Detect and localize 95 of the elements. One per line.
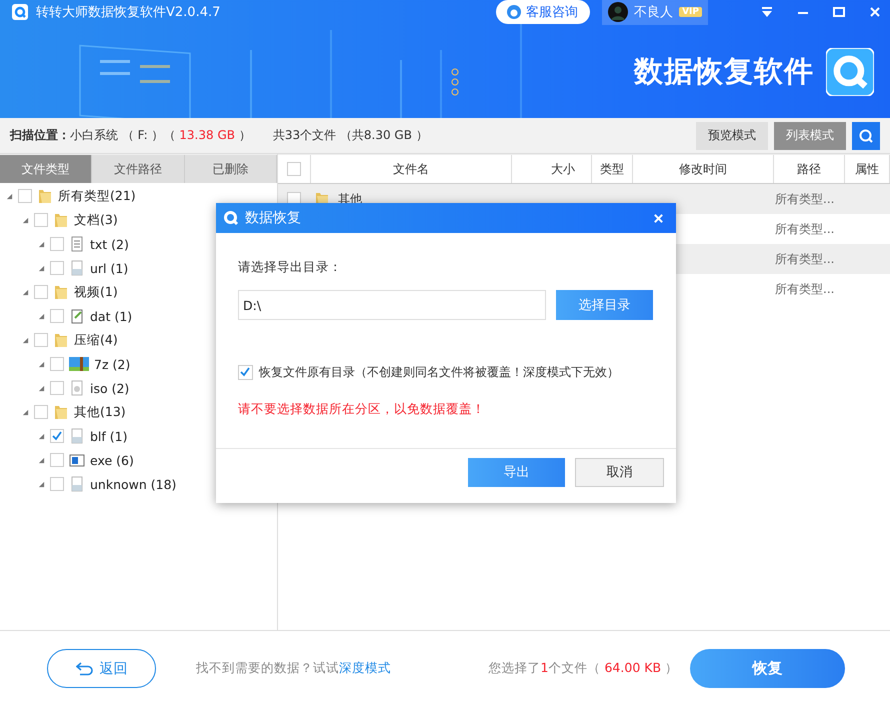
dropdown-icon[interactable] [760, 5, 774, 19]
column-header[interactable]: 路径 [774, 155, 845, 183]
expand-arrow-icon[interactable] [22, 408, 29, 416]
file-icon [69, 476, 85, 492]
checkbox[interactable] [50, 477, 64, 491]
tree-item[interactable]: 7z (2) [94, 356, 130, 372]
checkbox[interactable] [50, 429, 64, 443]
selection-summary: 您选择了 1个文件（ 64.00 KB ） [488, 660, 678, 677]
tree-item[interactable]: txt (2) [90, 236, 129, 252]
search-icon [858, 128, 874, 144]
cancel-button[interactable]: 取消 [575, 458, 664, 486]
expand-arrow-icon[interactable] [38, 432, 45, 440]
tree-item[interactable]: unknown (18) [90, 476, 176, 492]
tree-item[interactable]: url (1) [90, 260, 128, 276]
expand-arrow-icon[interactable] [38, 240, 45, 248]
folder-icon [53, 404, 69, 420]
folder-icon [37, 188, 53, 204]
expand-arrow-icon[interactable] [38, 312, 45, 320]
checkbox[interactable] [34, 213, 48, 227]
sidebar-tab[interactable]: 文件路径 [92, 155, 185, 183]
expand-arrow-icon[interactable] [22, 336, 29, 344]
expand-arrow-icon[interactable] [38, 360, 45, 368]
banner-title: 数据恢复软件 [634, 53, 814, 90]
text-file-icon [69, 236, 85, 252]
view-mode-button[interactable]: 预览模式 [696, 122, 768, 150]
folder-icon [53, 332, 69, 348]
warning-text: 请不要选择数据所在分区，以免数据覆盖！ [238, 401, 486, 418]
column-header[interactable]: 大小 [512, 155, 592, 183]
tree-item[interactable]: blf (1) [90, 428, 128, 444]
tree-item[interactable]: dat (1) [90, 308, 132, 324]
column-header[interactable]: 类型 [592, 155, 633, 183]
table-cell-text: 所有类型... [774, 190, 834, 208]
checkbox[interactable] [34, 285, 48, 299]
return-arrow-icon [76, 662, 94, 676]
customer-service-button[interactable]: 客服咨询 [496, 0, 590, 24]
close-icon[interactable] [653, 212, 664, 224]
checkbox[interactable] [18, 189, 32, 203]
checkbox[interactable] [34, 333, 48, 347]
checkbox[interactable] [50, 381, 64, 395]
checkbox[interactable] [34, 405, 48, 419]
table-cell-text: 所有类型... [774, 220, 834, 238]
folder-icon [53, 212, 69, 228]
maximize-icon[interactable] [832, 5, 846, 19]
column-header[interactable]: 修改时间 [633, 155, 774, 183]
archive-icon [69, 356, 89, 372]
tree-item[interactable]: 其他(13) [74, 404, 126, 420]
user-name: 不良人 [634, 4, 674, 21]
app-logo-icon [223, 210, 239, 226]
tree-item[interactable]: 压缩(4) [74, 332, 118, 348]
column-header[interactable]: 属性 [845, 155, 890, 183]
column-header[interactable]: 文件名 [311, 155, 512, 183]
document-edit-icon [69, 308, 85, 324]
tree-item[interactable]: iso (2) [90, 380, 130, 396]
app-logo-icon [12, 4, 28, 20]
table-cell-text: 所有类型... [774, 250, 834, 268]
expand-arrow-icon[interactable] [38, 264, 45, 272]
expand-arrow-icon[interactable] [38, 456, 45, 464]
disc-file-icon [69, 380, 85, 396]
checkbox[interactable] [50, 237, 64, 251]
avatar-icon [608, 2, 628, 22]
table-cell-text: 所有类型... [774, 280, 834, 298]
checkbox[interactable] [50, 453, 64, 467]
folder-icon [53, 284, 69, 300]
search-button[interactable] [852, 122, 880, 150]
scan-location: 扫描位置：小白系统 （ F: ）（ 13.38 GB ） [10, 127, 251, 144]
file-icon [69, 260, 85, 276]
tree-item[interactable]: 文档(3) [74, 212, 118, 228]
app-logo-icon [826, 48, 874, 96]
tree-item[interactable]: 所有类型(21) [58, 188, 136, 204]
checkbox-label: 恢复文件原有目录（不创建则同名文件将被覆盖！深度模式下无效） [259, 364, 619, 381]
directory-prompt: 请选择导出目录： [238, 259, 343, 276]
tree-item[interactable]: 视频(1) [74, 284, 118, 300]
checkbox[interactable] [50, 309, 64, 323]
window-title: 转转大师数据恢复软件V2.0.4.7 [36, 4, 220, 21]
checkbox[interactable] [238, 365, 253, 380]
expand-arrow-icon[interactable] [22, 216, 29, 224]
expand-arrow-icon[interactable] [22, 288, 29, 296]
vip-badge: VIP [679, 7, 702, 17]
expand-arrow-icon[interactable] [6, 192, 13, 200]
checkbox[interactable] [50, 357, 64, 371]
checkbox[interactable] [50, 261, 64, 275]
directory-field[interactable]: D:\ [238, 290, 546, 320]
deep-mode-link[interactable]: 深度模式 [339, 660, 391, 675]
expand-arrow-icon[interactable] [38, 480, 45, 488]
file-summary: 共33个文件 （共8.30 GB ） [272, 127, 428, 144]
dialog-title: 数据恢复 [245, 209, 301, 227]
select-all-checkbox[interactable] [287, 162, 301, 176]
back-button[interactable]: 返回 [47, 649, 156, 688]
expand-arrow-icon[interactable] [38, 384, 45, 392]
program-icon [69, 452, 85, 468]
file-icon [69, 428, 85, 444]
deep-mode-hint: 找不到需要的数据？试试深度模式 [196, 660, 391, 677]
sidebar-tab[interactable]: 已删除 [184, 155, 277, 183]
close-icon[interactable] [868, 5, 882, 19]
tree-item[interactable]: exe (6) [90, 452, 134, 468]
